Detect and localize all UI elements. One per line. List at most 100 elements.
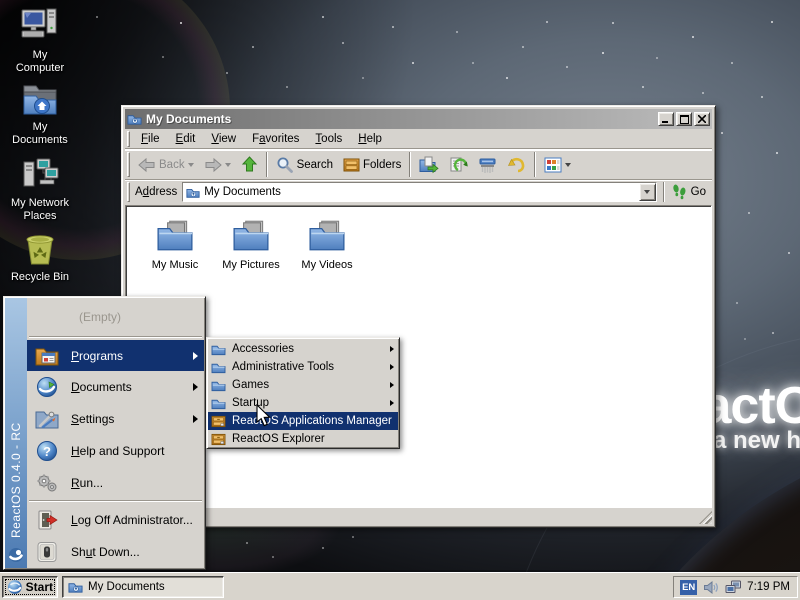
desktop-icon-label: My Computer bbox=[12, 49, 68, 75]
menu-favorites[interactable]: Favorites bbox=[244, 130, 307, 148]
taskbar: Start My Documents EN 7:19 PM bbox=[0, 572, 800, 600]
window-titlebar[interactable]: My Documents bbox=[125, 109, 712, 129]
menubar-grip[interactable] bbox=[127, 131, 130, 147]
forward-arrow-icon bbox=[204, 157, 222, 173]
desktop: ReactOS a new hope My Computer My Docume… bbox=[0, 0, 800, 600]
toolbar-grip[interactable] bbox=[127, 152, 130, 177]
submenu-item-games[interactable]: Games bbox=[208, 376, 398, 394]
menu-help[interactable]: Help bbox=[350, 130, 390, 148]
start-menu-item-documents[interactable]: Documents bbox=[27, 371, 204, 403]
desktop-icon-my-documents[interactable]: My Documents bbox=[4, 82, 76, 147]
programs-submenu: Accessories Administrative Tools Games S… bbox=[206, 337, 400, 449]
go-button[interactable]: Go bbox=[668, 184, 712, 200]
submenu-item-reactos-explorer[interactable]: ReactOS Explorer bbox=[208, 430, 398, 448]
submenu-item-accessories[interactable]: Accessories bbox=[208, 340, 398, 358]
address-input[interactable]: My Documents bbox=[182, 182, 656, 202]
menu-bar: File Edit View Favorites Tools Help bbox=[125, 129, 712, 150]
folder-icon bbox=[308, 220, 346, 252]
folder-item-my-music[interactable]: My Music bbox=[138, 220, 212, 271]
language-indicator[interactable]: EN bbox=[680, 580, 697, 595]
minimize-button[interactable] bbox=[658, 112, 674, 126]
start-menu-separator bbox=[29, 500, 202, 502]
start-menu-item-settings[interactable]: Settings bbox=[27, 403, 204, 435]
run-icon bbox=[35, 472, 59, 494]
copy-to-icon bbox=[449, 156, 468, 174]
addressbar-separator bbox=[663, 182, 665, 202]
recycle-bin-icon bbox=[21, 230, 59, 268]
menu-view[interactable]: View bbox=[203, 130, 244, 148]
go-footprints-icon bbox=[672, 184, 687, 200]
back-button[interactable]: Back bbox=[133, 152, 199, 178]
undo-icon bbox=[507, 156, 526, 173]
desktop-icon-label: Recycle Bin bbox=[11, 271, 69, 284]
forward-button[interactable] bbox=[199, 152, 236, 178]
resize-grip[interactable] bbox=[699, 511, 712, 524]
copy-to-button[interactable] bbox=[444, 152, 473, 178]
starfield bbox=[0, 0, 2, 2]
menu-edit[interactable]: Edit bbox=[168, 130, 204, 148]
submenu-item-startup[interactable]: Startup bbox=[208, 394, 398, 412]
start-menu-item-run[interactable]: Run... bbox=[27, 467, 204, 499]
folders-icon bbox=[343, 157, 360, 173]
submenu-item-reactos-applications-manager[interactable]: ReactOS Applications Manager bbox=[208, 412, 398, 430]
system-tray: EN 7:19 PM bbox=[673, 576, 798, 598]
undo-button[interactable] bbox=[502, 152, 531, 178]
menu-file[interactable]: File bbox=[133, 130, 168, 148]
submenu-item-administrative-tools[interactable]: Administrative Tools bbox=[208, 358, 398, 376]
desktop-icon-recycle-bin[interactable]: Recycle Bin bbox=[4, 230, 76, 284]
menu-tools[interactable]: Tools bbox=[307, 130, 350, 148]
toolbar-separator bbox=[409, 152, 411, 177]
delete-shredder-icon bbox=[478, 156, 497, 174]
start-button[interactable]: Start bbox=[2, 576, 58, 598]
folder-icon bbox=[211, 379, 226, 392]
submenu-arrow-icon bbox=[193, 415, 198, 423]
forward-dropdown-icon bbox=[225, 163, 231, 167]
task-folder-icon bbox=[68, 580, 83, 594]
network-icon[interactable] bbox=[725, 580, 741, 594]
search-icon bbox=[276, 156, 294, 174]
folder-icon bbox=[211, 343, 226, 356]
log-off-icon bbox=[35, 509, 59, 531]
search-button[interactable]: Search bbox=[271, 152, 338, 178]
folder-item-my-pictures[interactable]: My Pictures bbox=[214, 220, 288, 271]
focus-outline bbox=[5, 579, 55, 595]
window-title: My Documents bbox=[146, 112, 656, 126]
folders-button[interactable]: Folders bbox=[338, 152, 406, 178]
shut-down-icon bbox=[35, 541, 59, 563]
folder-icon bbox=[232, 220, 270, 252]
chevron-down-icon bbox=[644, 190, 650, 194]
desktop-icon-label: My Network Places bbox=[4, 197, 76, 223]
start-menu-item-programs[interactable]: Programs bbox=[27, 340, 204, 372]
taskbar-task-my-documents[interactable]: My Documents bbox=[62, 576, 224, 598]
desktop-icon-label: My Documents bbox=[12, 121, 68, 147]
svg-text:?: ? bbox=[43, 444, 51, 459]
start-menu-item-log-off[interactable]: Log Off Administrator... bbox=[27, 504, 204, 536]
clock[interactable]: 7:19 PM bbox=[747, 581, 790, 593]
start-menu-item-help-and-support[interactable]: ? Help and Support bbox=[27, 435, 204, 467]
address-dropdown-button[interactable] bbox=[639, 183, 656, 201]
applications-manager-icon bbox=[211, 415, 226, 428]
close-button[interactable] bbox=[694, 112, 710, 126]
move-to-icon bbox=[419, 156, 439, 174]
submenu-arrow-icon bbox=[390, 382, 394, 388]
start-menu-item-empty: (Empty) bbox=[27, 300, 204, 334]
folder-item-my-videos[interactable]: My Videos bbox=[290, 220, 364, 271]
desktop-icon-my-network-places[interactable]: My Network Places bbox=[4, 156, 76, 223]
up-button[interactable] bbox=[236, 152, 263, 178]
delete-button[interactable] bbox=[473, 152, 502, 178]
close-icon bbox=[698, 115, 706, 123]
up-arrow-icon bbox=[241, 156, 258, 173]
submenu-arrow-icon bbox=[390, 364, 394, 370]
my-network-places-icon bbox=[20, 156, 60, 194]
back-arrow-icon bbox=[138, 157, 156, 173]
move-to-button[interactable] bbox=[414, 152, 444, 178]
maximize-button[interactable] bbox=[676, 112, 692, 126]
desktop-icon-my-computer[interactable]: My Computer bbox=[4, 6, 76, 75]
settings-icon bbox=[35, 408, 59, 430]
addressbar-grip[interactable] bbox=[127, 182, 130, 202]
start-menu-item-shut-down[interactable]: Shut Down... bbox=[27, 536, 204, 568]
views-button[interactable] bbox=[539, 152, 576, 178]
toolbar-separator bbox=[266, 152, 268, 177]
volume-icon[interactable] bbox=[703, 580, 719, 595]
submenu-arrow-icon bbox=[193, 383, 198, 391]
